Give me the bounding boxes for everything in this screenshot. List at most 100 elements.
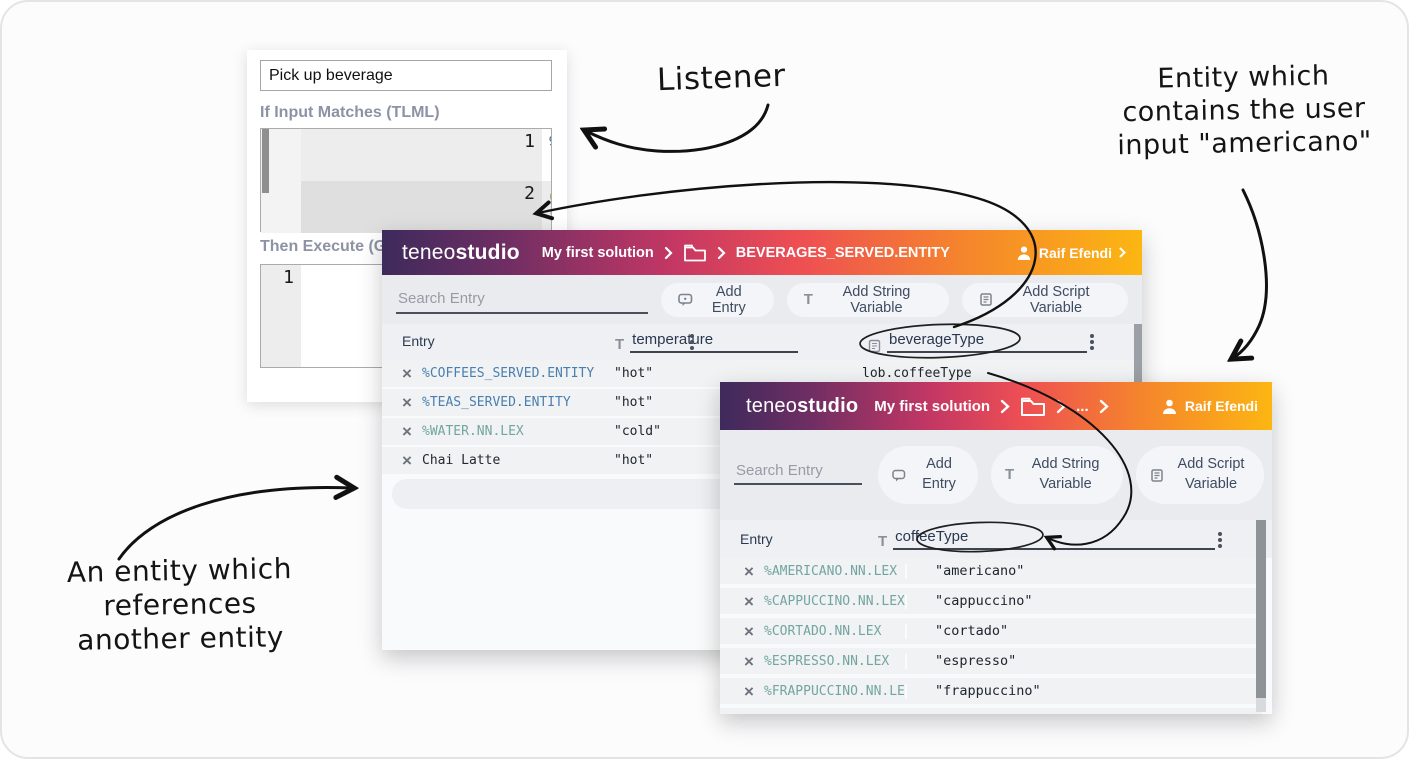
- coffee-type-value[interactable]: "cortado": [907, 623, 1262, 639]
- search-entry-input[interactable]: [734, 457, 862, 483]
- line-number: 1: [261, 265, 301, 367]
- add-entry-button[interactable]: Add Entry: [661, 283, 774, 317]
- entry-name[interactable]: %TEAS_SERVED.ENTITY: [422, 395, 614, 410]
- script-variable-icon: [868, 339, 881, 353]
- add-entry-label: Add Entry: [701, 284, 757, 316]
- coffee-type-value[interactable]: "cappuccino": [907, 593, 1262, 609]
- entry-column-header: Entry: [740, 531, 773, 547]
- chevron-right-icon: [717, 246, 726, 260]
- coffee-type-value[interactable]: "frappuccino": [907, 683, 1262, 699]
- arrow-listener: [586, 105, 768, 151]
- string-type-icon: T: [1005, 465, 1014, 485]
- line-number: 2: [301, 181, 542, 207]
- user-name: Raif Efendi: [1185, 398, 1258, 414]
- user-menu[interactable]: Raif Efendi: [1161, 398, 1258, 415]
- entry-name[interactable]: %CAPPUCCINO.NN.LEX: [764, 594, 907, 609]
- entry-table: × %AMERICANO.NN.LEX "americano" × %CAPPU…: [720, 558, 1272, 714]
- entry-name[interactable]: %ESPRESSO.NN.LEX: [764, 654, 907, 669]
- breadcrumb-solution[interactable]: My first solution: [874, 398, 990, 415]
- table-row[interactable]: × %AMERICANO.NN.LEX "americano": [720, 558, 1262, 584]
- string-type-icon: T: [615, 336, 624, 353]
- add-entry-button[interactable]: Add Entry: [878, 446, 978, 504]
- chevron-right-icon: [1056, 399, 1066, 414]
- annotation-entity-references: An entity which references another entit…: [19, 551, 341, 659]
- table-row: [720, 708, 1262, 714]
- table-row[interactable]: × %FRAPPUCCINO.NN.LEX "frappuccino": [720, 678, 1262, 704]
- string-type-icon: T: [804, 291, 813, 308]
- breadcrumb-solution[interactable]: My first solution: [542, 245, 654, 261]
- user-name: Raif Efendi: [1039, 245, 1112, 261]
- delete-entry-icon[interactable]: ×: [734, 563, 764, 580]
- breadcrumb: My first solution ...: [874, 396, 1118, 417]
- table-scrollbar[interactable]: [1134, 324, 1142, 388]
- delete-entry-icon[interactable]: ×: [392, 452, 422, 469]
- entry-name[interactable]: %WATER.NN.LEX: [422, 424, 614, 439]
- delete-entry-icon[interactable]: ×: [734, 683, 764, 700]
- entry-name[interactable]: %FRAPPUCCINO.NN.LEX: [764, 684, 907, 699]
- code-line: orderedBeverage =: [542, 181, 551, 207]
- variable-name-input[interactable]: temperature: [630, 331, 798, 353]
- arrow-entity-references: [119, 487, 352, 559]
- beverage-type-value[interactable]: lob.coffeeType: [862, 366, 1142, 381]
- coffee-type-value[interactable]: "espresso": [907, 653, 1262, 669]
- variable-name-input[interactable]: beverageType: [887, 331, 1087, 353]
- app-header: teneostudio My first solution ... Raif E…: [720, 382, 1272, 430]
- delete-entry-icon[interactable]: ×: [734, 593, 764, 610]
- delete-entry-icon[interactable]: ×: [734, 623, 764, 640]
- editor-scrollbar[interactable]: [261, 129, 301, 233]
- add-script-label: Add Script Variable: [1172, 455, 1250, 494]
- script-variable-column[interactable]: beverageType: [868, 331, 1087, 353]
- then-execute-heading: Then Execute (G: [260, 238, 386, 256]
- script-variable-icon: [1150, 468, 1164, 483]
- add-string-variable-button[interactable]: T Add String Variable: [991, 446, 1123, 504]
- column-menu-icon[interactable]: [1090, 334, 1094, 338]
- teneo-studio-logo: teneostudio: [402, 241, 520, 265]
- table-row[interactable]: × %CAPPUCCINO.NN.LEX "cappuccino": [720, 588, 1262, 614]
- breadcrumb-page: BEVERAGES_SERVED.ENTITY: [736, 245, 950, 261]
- window-coffees-served: teneostudio My first solution ... Raif E…: [720, 382, 1272, 714]
- delete-entry-icon[interactable]: ×: [392, 423, 422, 440]
- entry-name[interactable]: %COFFEES_SERVED.ENTITY: [422, 366, 614, 381]
- add-entry-icon: [892, 469, 906, 482]
- coffee-type-value[interactable]: "americano": [907, 563, 1262, 579]
- entry-name[interactable]: %CORTADO.NN.LEX: [764, 624, 907, 639]
- code-line: %BEVERAGES_SERVED: [542, 129, 551, 155]
- delete-entry-icon[interactable]: ×: [392, 394, 422, 411]
- table-header: Entry T coffeeType: [720, 520, 1272, 558]
- entry-name[interactable]: %AMERICANO.NN.LEX: [764, 564, 907, 579]
- delete-entry-icon[interactable]: ×: [734, 653, 764, 670]
- breadcrumb: My first solution BEVERAGES_SERVED.ENTIT…: [542, 243, 950, 262]
- app-header: teneostudio My first solution BEVERAGES_…: [382, 230, 1142, 275]
- entry-name[interactable]: Chai Latte: [422, 453, 614, 468]
- column-menu-icon[interactable]: [690, 334, 694, 338]
- temperature-value[interactable]: "hot": [614, 366, 862, 381]
- flow-name-input[interactable]: [260, 60, 552, 91]
- user-menu[interactable]: Raif Efendi: [1016, 245, 1126, 261]
- add-script-label: Add Script Variable: [1001, 284, 1111, 316]
- add-string-variable-button[interactable]: T Add String Variable: [787, 283, 949, 317]
- user-icon: [1161, 398, 1178, 415]
- string-variable-column[interactable]: T temperature: [615, 331, 798, 353]
- folder-icon[interactable]: [683, 243, 707, 262]
- table-row[interactable]: × %ESPRESSO.NN.LEX "espresso": [720, 648, 1262, 674]
- search-entry-input[interactable]: [396, 286, 648, 312]
- add-string-label: Add String Variable: [821, 284, 932, 316]
- screenshot-canvas: If Input Matches (TLML) 1 %BEVERAGES_SER…: [0, 0, 1409, 759]
- if-input-matches-heading: If Input Matches (TLML): [260, 104, 440, 122]
- arrow-entity-contains: [1233, 190, 1266, 358]
- column-menu-icon[interactable]: [1218, 532, 1222, 536]
- chevron-right-icon: [1099, 399, 1109, 414]
- chevron-right-icon: [1000, 399, 1010, 414]
- tlml-code-editor[interactable]: 1 %BEVERAGES_SERVED .ENTITY^{ 2 orderedB…: [260, 128, 552, 232]
- chevron-right-icon: [664, 246, 673, 260]
- folder-icon[interactable]: [1020, 396, 1046, 417]
- add-script-variable-button[interactable]: Add Script Variable: [962, 283, 1128, 317]
- string-variable-column[interactable]: T coffeeType: [878, 528, 1215, 550]
- delete-entry-icon[interactable]: ×: [392, 365, 422, 382]
- table-row[interactable]: × %CORTADO.NN.LEX "cortado": [720, 618, 1262, 644]
- variable-name-input[interactable]: coffeeType: [893, 528, 1215, 550]
- breadcrumb-ellipsis[interactable]: ...: [1076, 398, 1089, 415]
- table-header: Entry T temperature beverageType: [382, 324, 1142, 360]
- table-scrollbar[interactable]: [1256, 520, 1266, 712]
- add-script-variable-button[interactable]: Add Script Variable: [1136, 446, 1264, 504]
